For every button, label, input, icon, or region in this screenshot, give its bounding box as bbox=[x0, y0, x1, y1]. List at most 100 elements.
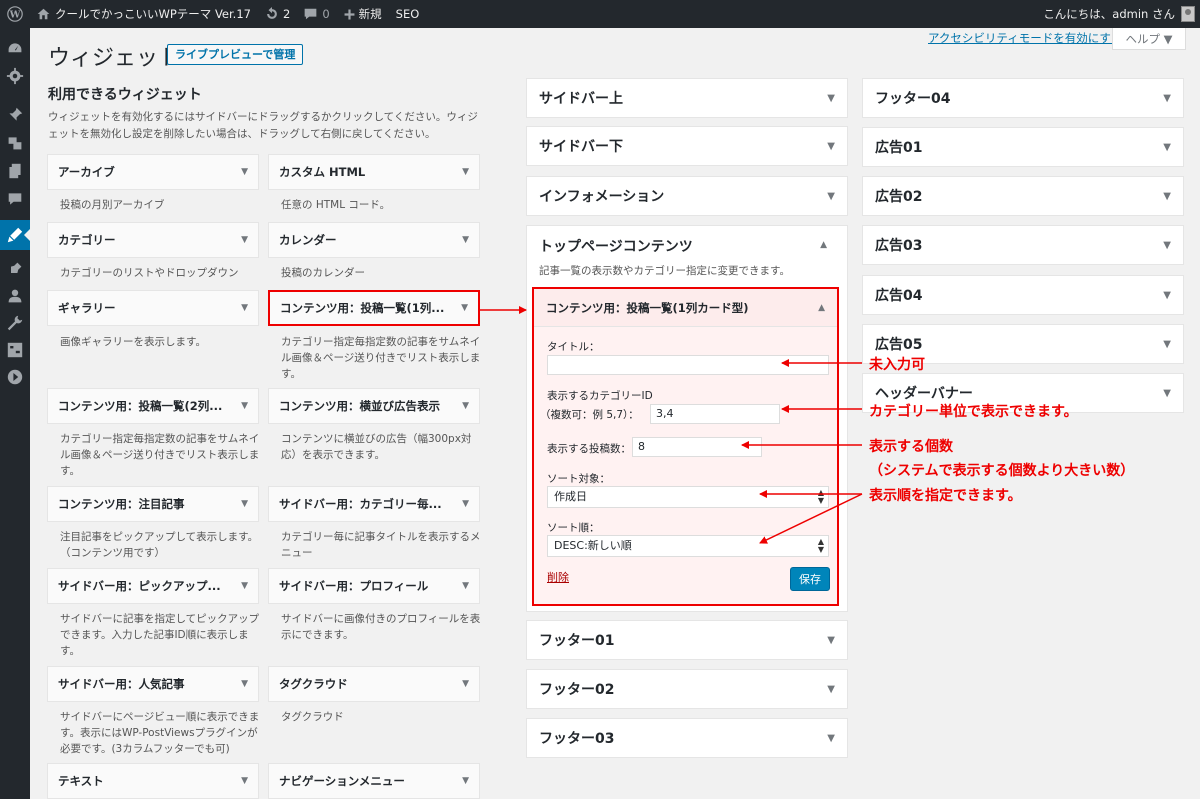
plus-icon bbox=[344, 9, 355, 19]
widget-tile[interactable]: ナビゲーションメニュー ▼ bbox=[268, 763, 480, 799]
widget-tile[interactable]: カテゴリー ▼ bbox=[47, 222, 259, 258]
sidebar-area[interactable]: 広告04 ▼ bbox=[862, 275, 1184, 315]
site-name-link[interactable]: クールでかっこいいWPテーマ Ver.17 bbox=[30, 0, 258, 28]
widget-tile[interactable]: タグクラウド ▼ bbox=[268, 666, 480, 702]
wordpress-logo-icon[interactable]: W bbox=[0, 0, 30, 28]
widget-description: カテゴリー毎に記事タイトルを表示するメニュー bbox=[281, 531, 481, 559]
chevron-down-icon[interactable]: ▼ bbox=[1163, 240, 1171, 251]
widget-tile[interactable]: コンテンツ用：注目記事 ▼ bbox=[47, 486, 259, 522]
sidebar-area[interactable]: インフォメーション ▼ bbox=[526, 176, 848, 216]
chevron-down-icon[interactable]: ▼ bbox=[827, 141, 835, 152]
new-content-link[interactable]: 新規 bbox=[337, 0, 389, 28]
chevron-down-icon[interactable]: ▼ bbox=[461, 303, 468, 313]
appearance-icon[interactable] bbox=[0, 220, 30, 250]
seo-link[interactable]: SEO bbox=[389, 0, 427, 28]
sidebar-area[interactable]: 広告01 ▼ bbox=[862, 127, 1184, 167]
widget-tile[interactable]: コンテンツ用：横並び広告表示 ▼ bbox=[268, 388, 480, 424]
chevron-down-icon[interactable]: ▼ bbox=[827, 191, 835, 202]
widget-description: サイドバーに記事を指定してピックアップできます。入力した記事ID順に表示します。 bbox=[60, 613, 260, 657]
chevron-down-icon[interactable]: ▼ bbox=[462, 167, 469, 177]
sort-target-select[interactable]: 作成日 ▲ ▼ bbox=[547, 486, 829, 508]
sidebar-area[interactable]: サイドバー下 ▼ bbox=[526, 126, 848, 166]
chevron-up-icon[interactable]: ▲ bbox=[820, 240, 827, 250]
updates-link[interactable]: 2 bbox=[258, 0, 297, 28]
pin-icon[interactable] bbox=[0, 100, 30, 130]
chevron-down-icon[interactable]: ▼ bbox=[1163, 93, 1171, 104]
sidebar-area[interactable]: フッター02 ▼ bbox=[526, 669, 848, 709]
chevron-down-icon[interactable]: ▼ bbox=[241, 499, 248, 509]
sidebar-area[interactable]: フッター04 ▼ bbox=[862, 78, 1184, 118]
chevron-down-icon[interactable]: ▼ bbox=[1163, 290, 1171, 301]
sidebar-title: フッター02 bbox=[539, 682, 615, 698]
chevron-down-icon[interactable]: ▼ bbox=[462, 499, 469, 509]
widget-tile[interactable]: カスタム HTML ▼ bbox=[268, 154, 480, 190]
chevron-down-icon[interactable]: ▼ bbox=[241, 167, 248, 177]
collapse-menu-icon[interactable] bbox=[0, 362, 30, 392]
settings-icon[interactable] bbox=[0, 335, 30, 365]
chevron-down-icon[interactable]: ▼ bbox=[241, 303, 248, 313]
widget-tile[interactable]: サイドバー用：人気記事 ▼ bbox=[47, 666, 259, 702]
widget-tile[interactable]: カレンダー ▼ bbox=[268, 222, 480, 258]
sort-order-select[interactable]: DESC:新しい順 ▲ ▼ bbox=[547, 535, 829, 557]
sidebar-area[interactable]: フッター01 ▼ bbox=[526, 620, 848, 660]
widget-tile[interactable]: テキスト ▼ bbox=[47, 763, 259, 799]
sidebar-area[interactable]: 広告03 ▼ bbox=[862, 225, 1184, 265]
sidebar-area[interactable]: サイドバー上 ▼ bbox=[526, 78, 848, 118]
gear-icon[interactable] bbox=[0, 61, 30, 91]
chevron-down-icon[interactable]: ▼ bbox=[241, 581, 248, 591]
chevron-down-icon[interactable]: ▼ bbox=[241, 401, 248, 411]
chevron-down-icon[interactable]: ▼ bbox=[1163, 191, 1171, 202]
widget-tile-highlighted[interactable]: コンテンツ用：投稿一覧(1列... ▼ bbox=[268, 290, 480, 326]
plugins-icon[interactable] bbox=[0, 254, 30, 284]
tools-icon[interactable] bbox=[0, 308, 30, 338]
users-icon[interactable] bbox=[0, 281, 30, 311]
widget-tile[interactable]: サイドバー用：カテゴリー毎... ▼ bbox=[268, 486, 480, 522]
my-account[interactable]: こんにちは、admin さん bbox=[1043, 6, 1200, 22]
live-preview-button[interactable]: ライブプレビューで管理 bbox=[167, 44, 304, 65]
sort-order-value: DESC:新しい順 bbox=[554, 539, 632, 552]
category-id-input[interactable]: 3,4 bbox=[650, 404, 780, 424]
chevron-down-icon[interactable]: ▼ bbox=[827, 93, 835, 104]
post-count-input[interactable]: 8 bbox=[632, 437, 762, 457]
chevron-down-icon[interactable]: ▼ bbox=[462, 235, 469, 245]
chevron-down-icon[interactable]: ▼ bbox=[1163, 388, 1171, 399]
chevron-down-icon[interactable]: ▼ bbox=[462, 679, 469, 689]
chevron-down-icon[interactable]: ▼ bbox=[827, 733, 835, 744]
widget-tile[interactable]: コンテンツ用：投稿一覧(2列... ▼ bbox=[47, 388, 259, 424]
sidebar-area[interactable]: 広告02 ▼ bbox=[862, 176, 1184, 216]
widget-description: 投稿の月別アーカイブ bbox=[60, 199, 165, 211]
chevron-down-icon[interactable]: ▼ bbox=[241, 235, 248, 245]
chevron-down-icon[interactable]: ▼ bbox=[1163, 142, 1171, 153]
widget-settings-form: コンテンツ用：投稿一覧(1列カード型) ▲ タイトル： 表示するカテゴリーID … bbox=[532, 287, 839, 606]
chevron-down-icon[interactable]: ▼ bbox=[241, 776, 248, 786]
save-button[interactable]: 保存 bbox=[790, 567, 830, 591]
comments-menu-icon[interactable] bbox=[0, 184, 30, 214]
widget-tile[interactable]: アーカイブ ▼ bbox=[47, 154, 259, 190]
chevron-down-icon[interactable]: ▼ bbox=[827, 684, 835, 695]
accessibility-mode-link[interactable]: アクセシビリティモードを有効にする bbox=[928, 30, 1122, 46]
widget-tile[interactable]: サイドバー用：プロフィール ▼ bbox=[268, 568, 480, 604]
help-tab-button[interactable]: ヘルプ ▼ bbox=[1112, 28, 1186, 50]
chevron-up-icon[interactable]: ▲ bbox=[818, 303, 825, 313]
chevron-down-icon[interactable]: ▼ bbox=[1163, 339, 1171, 350]
chevron-down-icon[interactable]: ▼ bbox=[462, 401, 469, 411]
chevron-down-icon[interactable]: ▼ bbox=[462, 776, 469, 786]
pages-icon[interactable] bbox=[0, 156, 30, 186]
media-icon[interactable] bbox=[0, 128, 30, 158]
sidebar-title: 広告02 bbox=[875, 189, 923, 205]
annotation-category: カテゴリー単位で表示できます。 bbox=[869, 404, 1078, 420]
widget-description: タグクラウド bbox=[281, 711, 344, 723]
comments-link[interactable]: 0 bbox=[297, 0, 336, 28]
chevron-down-icon[interactable]: ▼ bbox=[462, 581, 469, 591]
chevron-down-icon[interactable]: ▼ bbox=[827, 635, 835, 646]
widget-tile[interactable]: ギャラリー ▼ bbox=[47, 290, 259, 326]
delete-link[interactable]: 削除 bbox=[547, 569, 569, 585]
widget-tile[interactable]: サイドバー用：ピックアップ... ▼ bbox=[47, 568, 259, 604]
sidebar-title: フッター03 bbox=[539, 731, 615, 747]
dashboard-icon[interactable] bbox=[0, 34, 30, 64]
chevron-down-icon[interactable]: ▼ bbox=[241, 679, 248, 689]
sidebar-title[interactable]: トップページコンテンツ bbox=[539, 236, 693, 256]
sidebar-area[interactable]: フッター03 ▼ bbox=[526, 718, 848, 758]
widget-header[interactable]: コンテンツ用：投稿一覧(1列カード型) ▲ bbox=[534, 289, 837, 327]
title-input[interactable] bbox=[547, 355, 829, 375]
